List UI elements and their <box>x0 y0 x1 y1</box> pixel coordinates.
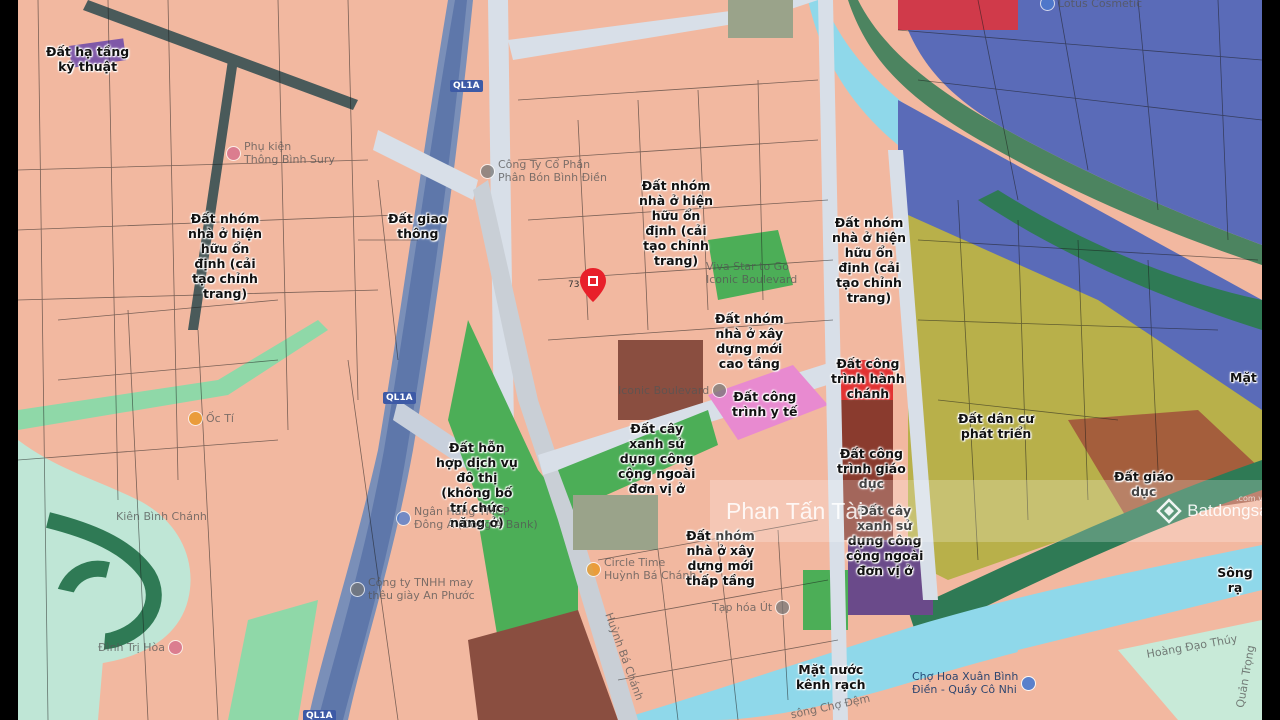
poi-marker-icon <box>712 383 728 398</box>
watermark-agent-name: Phan Tấn Tài <box>726 497 864 524</box>
map-base-layer <box>18 0 1262 720</box>
poi-viva-star[interactable]: Viva Star to Go Iconic Boulevard <box>706 260 797 286</box>
brand-name: Batdongsan <box>1187 501 1262 520</box>
zoning-map[interactable]: Đất hạ tầng kỹ thuật Đất nhóm nhà ở hiện… <box>18 0 1262 720</box>
poi-marker-icon <box>188 411 203 426</box>
poi-label: Ngân Hàng TMCP Đông Á (Dong A Bank) <box>414 505 538 531</box>
poi-marker-icon <box>775 600 791 615</box>
zone-label-nhom-o-cao-tang: Đất nhóm nhà ở xây dựng mới cao tầng <box>715 311 784 371</box>
poi-marker-icon <box>1040 0 1055 11</box>
zone-label-nhom-o-hien-huu-1: Đất nhóm nhà ở hiện hữu ổn định (cải tạo… <box>188 211 263 301</box>
poi-marker-icon <box>1021 675 1037 691</box>
poi-oc-ti[interactable]: Ốc Tí <box>188 411 234 426</box>
poi-cong-ty-may[interactable]: Công ty TNHH may thêu giày An Phước <box>350 576 475 602</box>
road-shield-ql1a: QL1A <box>450 80 483 92</box>
brand-logo-icon <box>1156 498 1183 524</box>
poi-cong-ty-phan-bon[interactable]: Công Ty Cổ Phần Phân Bón Bình Điền <box>480 158 607 184</box>
poi-label: Kiên Bình Chánh <box>116 510 207 523</box>
road-shield-ql1a: QL1A <box>303 710 336 720</box>
poi-label: Ốc Tí <box>206 412 234 425</box>
poi-ngan-hang[interactable]: Ngân Hàng TMCP Đông Á (Dong A Bank) <box>396 505 538 531</box>
poi-cho-hoa[interactable]: Chợ Hoa Xuân Bình Điền - Quầy Cô Nhi <box>912 670 1037 696</box>
poi-label: Viva Star to Go Iconic Boulevard <box>706 260 798 286</box>
zone-label-nhom-o-hien-huu-3: Đất nhóm nhà ở hiện hữu ổn định (cải tạo… <box>832 215 907 305</box>
zone-label-cong-trinh-y-te: Đất công trình y tế <box>732 389 798 419</box>
poi-label: Đình Trị Hòa <box>98 641 165 654</box>
poi-label: Công Ty Cổ Phần Phân Bón Bình Điền <box>498 158 607 184</box>
poi-label: Phụ kiện Thông Bình Sury <box>244 140 335 166</box>
poi-label: Circle Time Huỳnh Bá Chánh <box>604 556 697 582</box>
marker-label: 73 <box>568 280 580 290</box>
poi-kien-binh-chanh[interactable]: Kiên Bình Chánh <box>116 510 207 523</box>
poi-circle-time[interactable]: Circle Time Huỳnh Bá Chánh <box>586 556 696 582</box>
poi-iconic[interactable]: Iconic Boulevard <box>618 383 728 398</box>
poi-label: Chợ Hoa Xuân Bình Điền - Quầy Cô Nhi <box>912 670 1019 696</box>
poi-marker-icon <box>350 581 365 597</box>
zone-label-cong-trinh-hanh-chanh: Đất công trình hành chánh <box>831 356 905 401</box>
road-shield-ql1a: QL1A <box>383 392 416 404</box>
poi-tap-hoa[interactable]: Tạp hóa Út <box>712 600 791 615</box>
zone-label-song-ra: Sông rạ <box>1217 565 1253 595</box>
poi-marker-icon <box>396 510 411 526</box>
zone-label-mat-nuoc: Mặt nước kênh rạch <box>796 662 866 692</box>
poi-marker-icon <box>226 145 241 161</box>
poi-lotus[interactable]: Lotus Cosmetic <box>1040 0 1142 11</box>
zone-label-ha-tang: Đất hạ tầng kỹ thuật <box>46 44 130 74</box>
poi-marker-icon <box>586 561 601 577</box>
poi-label: Công ty TNHH may thêu giày An Phước <box>368 576 475 602</box>
poi-label: Tạp hóa Út <box>712 601 773 614</box>
poi-marker-icon <box>167 640 183 655</box>
brand-domain: .com.vn <box>1236 494 1262 503</box>
zone-label-dan-cu-phat-trien: Đất dân cư phát triển <box>958 411 1035 441</box>
poi-marker-icon <box>480 163 495 179</box>
poi-phu-kien[interactable]: Phụ kiện Thông Bình Sury <box>226 140 335 166</box>
poi-label: Iconic Boulevard <box>618 384 710 397</box>
location-pin-icon[interactable]: 73 <box>568 268 606 306</box>
zone-label-mat-edge: Mặt <box>1230 370 1257 385</box>
poi-dinh-tri-hoa[interactable]: Đình Trị Hòa <box>98 640 183 655</box>
zone-label-nhom-o-hien-huu-2: Đất nhóm nhà ở hiện hữu ổn định (cải tạo… <box>639 178 714 268</box>
watermark-banner: Phan Tấn Tài Batdongsan .com.vn <box>710 480 1262 542</box>
poi-label: Lotus Cosmetic <box>1058 0 1143 10</box>
zone-label-giao-thong: Đất giao thông <box>388 211 448 241</box>
zone-label-cay-xanh-1: Đất cây xanh sử dụng công cộng ngoài đơn… <box>618 421 696 496</box>
